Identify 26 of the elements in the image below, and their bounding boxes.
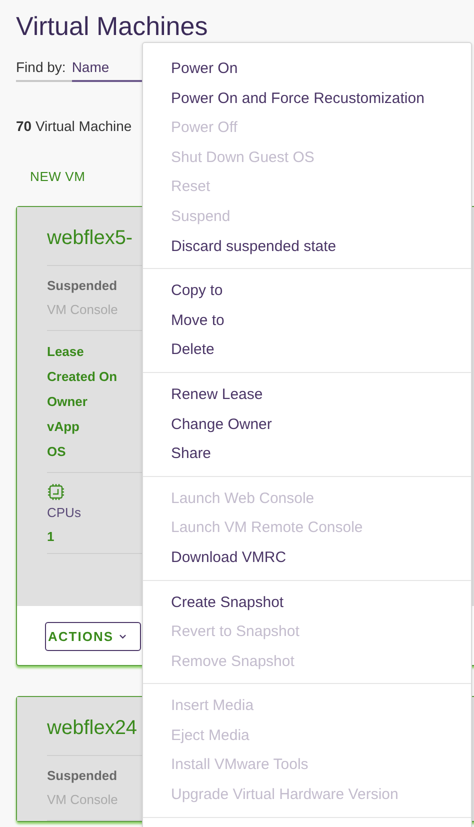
vm-status: Suspended	[47, 277, 118, 295]
menu-item[interactable]: Delete	[143, 335, 471, 365]
new-vm-button[interactable]: NEW VM	[24, 165, 92, 188]
vm-status: Suspended	[47, 767, 118, 785]
menu-item[interactable]: Move to	[143, 306, 471, 336]
menu-item[interactable]: Create Snapshot	[143, 588, 471, 618]
caret-icon	[118, 634, 126, 639]
menu-item[interactable]: Share	[143, 439, 471, 469]
menu-item[interactable]: Power On	[143, 54, 471, 84]
field-label: Owner	[47, 393, 88, 411]
menu-item[interactable]: Copy to	[143, 276, 471, 306]
field-label: Lease	[47, 343, 84, 361]
chip-icon	[47, 483, 65, 501]
field-label: vApp	[47, 418, 80, 436]
stat-value: 1	[47, 528, 54, 546]
page-title: Virtual Machines	[16, 12, 208, 40]
menu-item[interactable]: Renew Lease	[143, 380, 471, 410]
menu-item[interactable]: Power On and Force Recustomization	[143, 84, 471, 114]
menu-item[interactable]: Download VMRC	[143, 542, 471, 572]
menu-item[interactable]: Change Owner	[143, 410, 471, 440]
menu-item[interactable]: Discard suspended state	[143, 232, 471, 262]
field-label: OS	[47, 443, 66, 461]
field-label: Created On	[47, 368, 118, 386]
stat-label: CPUs	[47, 504, 81, 522]
actions-button[interactable]: ACTIONS	[45, 622, 141, 651]
vm-count: 70 Virtual Machine	[16, 117, 132, 135]
